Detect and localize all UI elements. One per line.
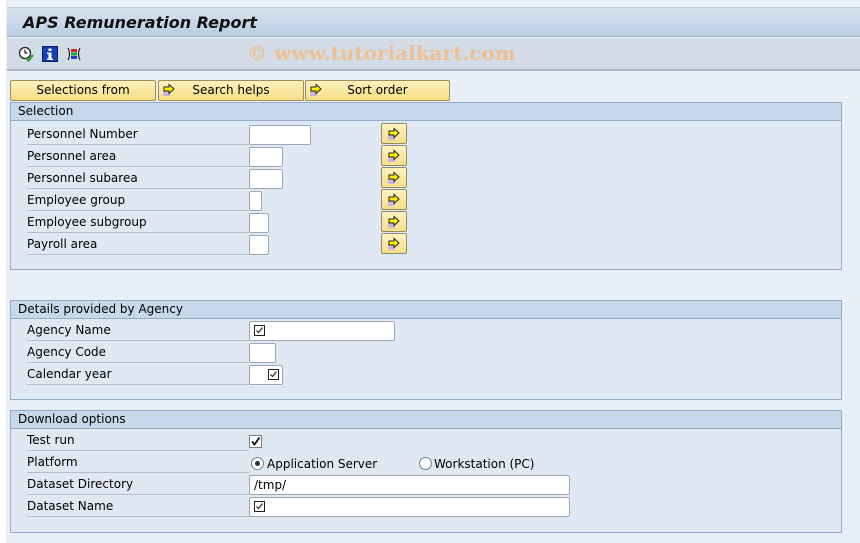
application-server-label[interactable]: Application Server	[267, 457, 377, 471]
application-server-radio[interactable]	[251, 457, 264, 470]
agency-details-group: Details provided by Agency Agency Name A…	[10, 300, 842, 400]
page-title: APS Remuneration Report	[23, 13, 258, 32]
multiple-selection-button-employee-group[interactable]	[381, 189, 407, 210]
search-helps-button[interactable]: Search helps	[158, 80, 304, 101]
calendar-year-label: Calendar year	[27, 365, 249, 385]
dataset-name-label: Dataset Name	[27, 497, 249, 517]
download-options-group: Download options Test run Platform Appli…	[10, 410, 842, 533]
payroll-area-input[interactable]	[249, 235, 269, 255]
selection-options-icon[interactable]	[66, 46, 82, 62]
personnel-area-label: Personnel area	[27, 147, 249, 167]
multiple-selection-button-personnel-area[interactable]	[381, 145, 407, 166]
personnel-subarea-input[interactable]	[249, 169, 283, 189]
multiple-selection-icon	[388, 127, 400, 140]
dataset-name-input[interactable]	[249, 497, 570, 517]
multiple-selection-icon	[388, 215, 400, 228]
personnel-subarea-label: Personnel subarea	[27, 169, 249, 189]
multiple-selection-icon	[388, 171, 400, 184]
test-run-label: Test run	[27, 431, 249, 451]
download-options-header: Download options	[11, 411, 841, 429]
title-bar: APS Remuneration Report	[7, 7, 860, 37]
selection-group-header: Selection	[11, 103, 841, 121]
personnel-area-input[interactable]	[249, 147, 283, 167]
agency-code-input[interactable]	[249, 343, 276, 363]
execute-clock-icon[interactable]	[18, 46, 34, 62]
platform-label: Platform	[27, 453, 249, 473]
sort-order-button[interactable]: Sort order	[305, 80, 450, 101]
employee-group-input[interactable]	[249, 191, 262, 211]
employee-subgroup-label: Employee subgroup	[27, 213, 249, 233]
multiple-selection-button-personnel-number[interactable]	[381, 123, 407, 144]
employee-subgroup-input[interactable]	[249, 213, 269, 233]
calendar-year-input[interactable]	[249, 365, 283, 385]
workstation-radio[interactable]	[419, 457, 432, 470]
selections-from-button[interactable]: Selections from	[10, 80, 156, 101]
platform-row: Platform Application Server Workstation …	[27, 453, 627, 474]
personnel-number-input[interactable]	[249, 125, 311, 145]
multiple-selection-icon	[388, 193, 400, 206]
dataset-directory-label: Dataset Directory	[27, 475, 249, 495]
agency-code-label: Agency Code	[27, 343, 249, 363]
agency-name-input[interactable]	[249, 321, 395, 341]
search-helps-label: Search helps	[192, 83, 270, 97]
arrow-right-icon	[163, 83, 175, 96]
info-icon[interactable]	[42, 46, 58, 62]
required-entry-icon	[254, 501, 265, 512]
multiple-selection-button-employee-subgroup[interactable]	[381, 211, 407, 232]
window-edge	[0, 0, 6, 543]
employee-group-label: Employee group	[27, 191, 249, 211]
multiple-selection-button-payroll-area[interactable]	[381, 233, 407, 254]
required-entry-icon	[268, 369, 279, 380]
agency-details-header: Details provided by Agency	[11, 301, 841, 319]
selection-group: Selection Personnel Number Personnel are…	[10, 102, 842, 270]
application-toolbar: © www.tutorialkart.com	[7, 38, 860, 71]
multiple-selection-icon	[388, 237, 400, 250]
checkmark-icon	[251, 436, 261, 446]
workstation-label[interactable]: Workstation (PC)	[434, 457, 534, 471]
watermark-text: © www.tutorialkart.com	[247, 41, 516, 65]
personnel-number-label: Personnel Number	[27, 125, 249, 145]
dataset-directory-input[interactable]: /tmp/	[249, 475, 570, 495]
sort-order-label: Sort order	[347, 83, 408, 97]
required-entry-icon	[254, 325, 265, 336]
payroll-area-label: Payroll area	[27, 235, 249, 255]
selections-from-label: Selections from	[36, 83, 130, 97]
test-run-checkbox[interactable]	[249, 435, 262, 448]
multiple-selection-icon	[388, 149, 400, 162]
multiple-selection-button-personnel-subarea[interactable]	[381, 167, 407, 188]
agency-name-label: Agency Name	[27, 321, 249, 341]
arrow-right-icon	[310, 83, 322, 96]
